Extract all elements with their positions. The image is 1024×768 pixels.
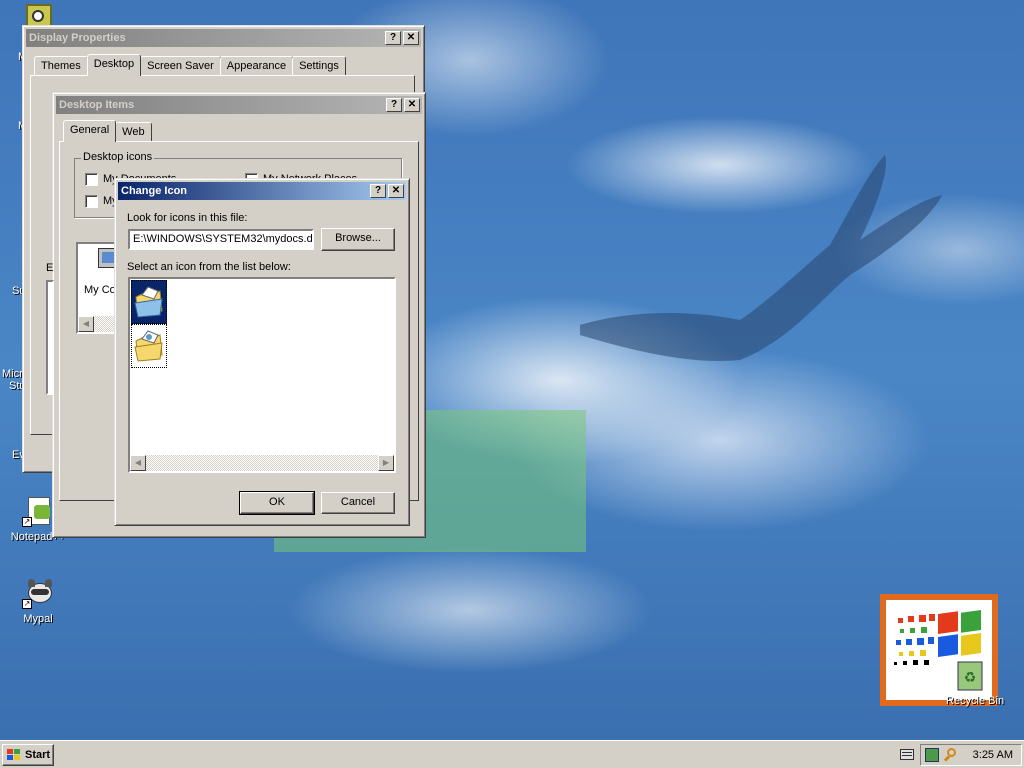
desktop-icon-mypal[interactable]: ↗ Mypal: [0, 577, 76, 625]
display-properties-titlebar[interactable]: Display Properties ? ✕: [26, 29, 421, 47]
diver-silhouette: [580, 155, 942, 361]
clock[interactable]: 3:25 AM: [973, 745, 1013, 765]
windows-logo-icon: ♻: [886, 600, 992, 700]
start-label: Start: [25, 749, 51, 761]
close-button[interactable]: ✕: [388, 184, 404, 198]
tab-settings[interactable]: Settings: [292, 56, 346, 76]
scroll-left-button[interactable]: ◀: [78, 316, 94, 332]
change-icon-titlebar[interactable]: Change Icon ? ✕: [118, 182, 406, 200]
scroll-right-button[interactable]: ▶: [378, 455, 394, 471]
svg-text:♻: ♻: [964, 670, 977, 686]
open-folder-icon: [134, 286, 163, 318]
tab-desktop[interactable]: Desktop: [86, 54, 142, 76]
partial-label: E: [46, 262, 54, 274]
window-title: Desktop Items: [59, 99, 135, 111]
windows-flag-icon: [7, 749, 20, 760]
mypal-raccoon-icon: ↗: [22, 577, 54, 609]
desktop-items-tabs: General Web: [63, 120, 152, 142]
keyboard-icon[interactable]: [900, 749, 914, 760]
help-button[interactable]: ?: [385, 31, 401, 45]
help-button[interactable]: ?: [370, 184, 386, 198]
window-title: Display Properties: [29, 32, 126, 44]
icon-label: My Co: [84, 284, 116, 296]
network-icon[interactable]: [925, 748, 939, 762]
browse-button[interactable]: Browse...: [321, 228, 395, 251]
icon-option-1[interactable]: [131, 280, 167, 324]
close-button[interactable]: ✕: [404, 98, 420, 112]
icon-list-hscrollbar[interactable]: ◀ ▶: [130, 455, 394, 471]
desktop-icon-recycle-bin[interactable]: ♻ Recycle Bin: [880, 594, 1004, 707]
tab-general[interactable]: General: [63, 120, 117, 142]
ok-button[interactable]: OK: [239, 491, 315, 515]
tab-themes[interactable]: Themes: [34, 56, 88, 76]
system-tray: 3:25 AM: [920, 744, 1022, 766]
desktop-icon-label: Mypal: [23, 613, 53, 625]
icon-file-input[interactable]: E:\WINDOWS\SYSTEM32\mydocs.dll: [128, 229, 314, 250]
list-label: Select an icon from the list below:: [127, 261, 291, 273]
file-label: Look for icons in this file:: [127, 212, 248, 224]
dialog-title: Change Icon: [121, 185, 188, 197]
icon-option-2[interactable]: [131, 324, 167, 368]
checkbox-my-computer[interactable]: [85, 195, 98, 208]
help-button[interactable]: ?: [386, 98, 402, 112]
desktop-icon-label: Recycle Bin: [946, 695, 1005, 707]
partial-listbox-edge: [46, 280, 54, 395]
search-icon[interactable]: [943, 748, 957, 762]
open-folder-icon: [134, 330, 163, 362]
tab-web[interactable]: Web: [115, 122, 152, 142]
tab-appearance[interactable]: Appearance: [219, 56, 294, 76]
start-button[interactable]: Start: [2, 744, 54, 766]
change-icon-dialog: Change Icon ? ✕ Look for icons in this f…: [114, 178, 410, 526]
close-button[interactable]: ✕: [403, 31, 419, 45]
group-label: Desktop icons: [81, 151, 155, 163]
cancel-button[interactable]: Cancel: [321, 492, 395, 514]
tab-screen-saver[interactable]: Screen Saver: [140, 56, 221, 76]
taskbar: Start 3:25 AM: [0, 740, 1024, 768]
display-properties-tabs: Themes Desktop Screen Saver Appearance S…: [34, 54, 346, 76]
icon-list[interactable]: ◀ ▶: [128, 277, 396, 473]
desktop-items-titlebar[interactable]: Desktop Items ? ✕: [56, 96, 422, 114]
checkbox-my-documents[interactable]: [85, 173, 98, 186]
notepadpp-icon: ↗: [22, 495, 54, 527]
scroll-left-button[interactable]: ◀: [130, 455, 146, 471]
